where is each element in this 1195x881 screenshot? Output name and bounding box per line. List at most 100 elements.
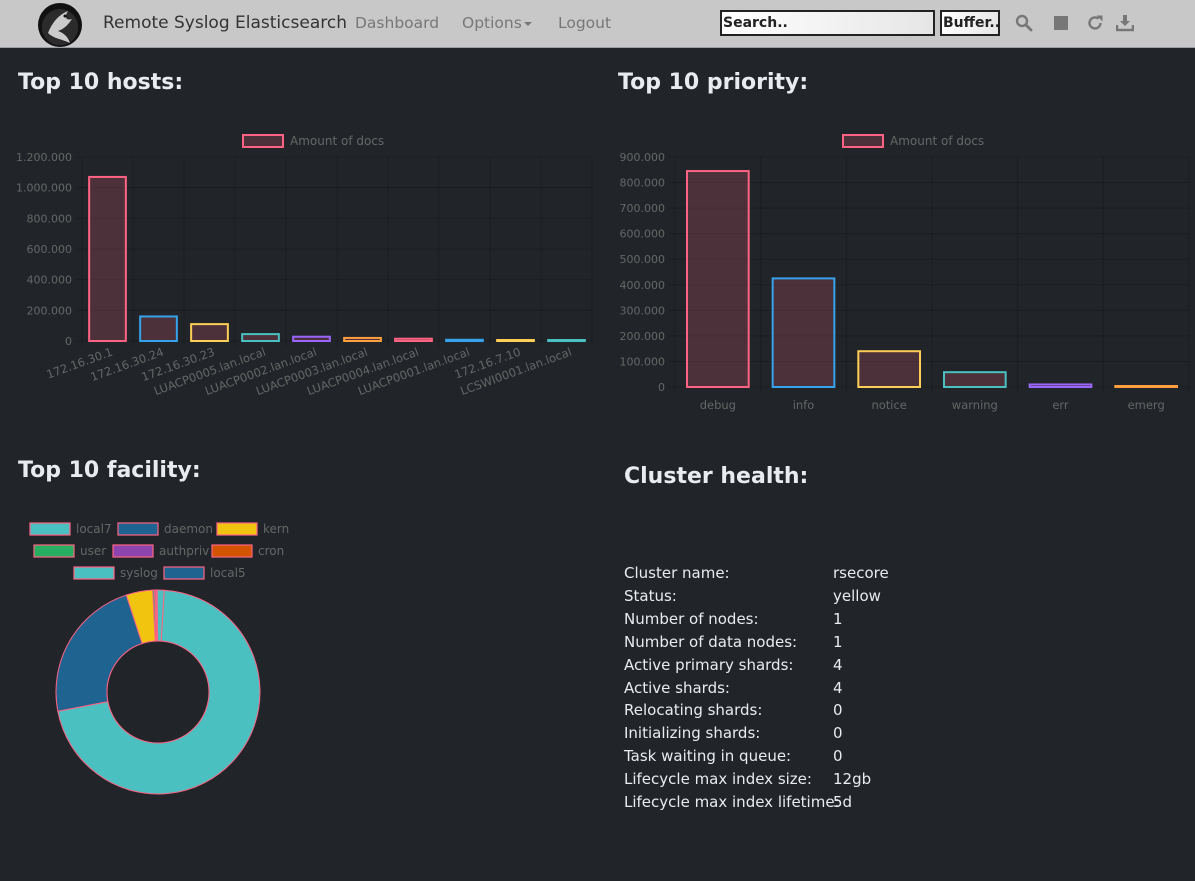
y-tick-label: 900.000 xyxy=(620,151,666,164)
health-row: Relocating shards: 0 xyxy=(624,701,1024,723)
legend-item[interactable]: daemon xyxy=(117,522,213,536)
bar[interactable] xyxy=(547,339,586,342)
y-tick-label: 700.000 xyxy=(620,202,666,215)
logo[interactable] xyxy=(38,3,82,47)
health-value: 5d xyxy=(833,793,853,811)
bar[interactable] xyxy=(445,338,484,342)
download-icon[interactable] xyxy=(1116,14,1134,32)
bar[interactable] xyxy=(771,277,836,388)
bar[interactable] xyxy=(241,333,280,343)
stop-icon[interactable] xyxy=(1052,14,1070,32)
navbar: Remote Syslog Elasticsearch Dashboard Op… xyxy=(0,0,1195,48)
health-key: Cluster name: xyxy=(624,564,730,582)
y-tick-label: 200.000 xyxy=(27,304,73,317)
health-value: 4 xyxy=(833,678,843,697)
legend-swatch xyxy=(242,134,284,148)
legend-label: user xyxy=(80,544,106,558)
health-value: 4 xyxy=(833,655,843,674)
x-tick-label: info xyxy=(793,398,815,412)
y-tick-label: 600.000 xyxy=(620,228,666,241)
bar[interactable] xyxy=(88,175,127,342)
health-row: Initializing shards: 0 xyxy=(624,724,1024,746)
app-title[interactable]: Remote Syslog Elasticsearch xyxy=(103,13,347,33)
bar[interactable] xyxy=(343,336,382,343)
health-value: 0 xyxy=(833,724,843,743)
y-tick-label: 0 xyxy=(65,335,72,348)
health-value: rsecore xyxy=(833,564,889,582)
legend-swatch xyxy=(211,544,253,558)
legend-item[interactable]: local7 xyxy=(29,522,112,536)
legend-swatch xyxy=(842,134,884,148)
health-value: 0 xyxy=(833,747,843,766)
health-row: Active primary shards: 4 xyxy=(624,656,1024,678)
chart-legend[interactable]: Amount of docs xyxy=(842,134,984,148)
y-tick-label: 300.000 xyxy=(620,304,666,317)
refresh-icon[interactable] xyxy=(1086,14,1104,32)
legend-label: syslog xyxy=(120,566,158,580)
legend-swatch xyxy=(29,522,71,536)
y-tick-label: 800.000 xyxy=(27,212,73,225)
bar[interactable] xyxy=(685,170,750,388)
x-tick-label: warning xyxy=(952,398,998,412)
caret-down-icon xyxy=(523,21,532,26)
health-row: Lifecycle max index size: 12gb xyxy=(624,770,1024,792)
health-key: Number of data nodes: xyxy=(624,632,798,651)
y-tick-label: 400.000 xyxy=(27,274,73,287)
bar[interactable] xyxy=(1028,383,1093,389)
health-key: Active primary shards: xyxy=(624,655,794,674)
legend-label: kern xyxy=(263,522,289,536)
legend-item[interactable]: local5 xyxy=(163,566,246,580)
nav-options[interactable]: Options xyxy=(462,14,532,32)
health-key: Lifecycle max index lifetime: xyxy=(624,793,840,811)
bar[interactable] xyxy=(394,337,433,342)
x-tick-label: emerg xyxy=(1128,398,1165,412)
legend-label: cron xyxy=(258,544,284,558)
facility-doughnut-chart: local7 daemon kern user authpriv cron syslog lo… xyxy=(29,522,289,795)
chart-legend[interactable]: Amount of docs xyxy=(242,134,384,148)
health-key: Initializing shards: xyxy=(624,724,761,743)
search-icon[interactable] xyxy=(1015,14,1033,32)
legend-label: daemon xyxy=(164,522,213,536)
legend-item[interactable]: syslog xyxy=(73,566,158,580)
bar[interactable] xyxy=(857,350,922,389)
health-value: yellow xyxy=(833,586,881,605)
y-tick-label: 600.000 xyxy=(27,243,73,256)
y-tick-label: 400.000 xyxy=(620,279,666,292)
nav-dashboard[interactable]: Dashboard xyxy=(355,14,439,32)
nav-options-label: Options xyxy=(462,14,522,32)
health-row: Cluster name: rsecore xyxy=(624,564,1024,586)
x-tick-label: notice xyxy=(871,398,906,412)
y-tick-label: 1.200.000 xyxy=(16,151,72,164)
legend-item[interactable]: authpriv xyxy=(112,544,209,558)
bar[interactable] xyxy=(139,315,178,342)
x-tick-label: err xyxy=(1052,398,1069,412)
legend-swatch xyxy=(163,566,205,580)
health-value: 1 xyxy=(833,609,843,628)
priority-bar-chart: Amount of docs 0 100.000 200.000 300.000 400.… xyxy=(620,134,1190,412)
y-tick-label: 100.000 xyxy=(620,355,666,368)
bar[interactable] xyxy=(190,323,229,342)
health-key: Relocating shards: xyxy=(624,701,763,720)
legend-item[interactable]: user xyxy=(33,544,106,558)
buffer-button[interactable]: Buffer.. xyxy=(940,10,1000,36)
search-input[interactable] xyxy=(720,10,935,36)
bar[interactable] xyxy=(1114,385,1179,388)
health-row: Lifecycle max index lifetime: 5d xyxy=(624,793,1024,815)
bar[interactable] xyxy=(496,339,535,342)
hosts-bar-chart: Amount of docs 0 200.000 400.000 600.000 800.… xyxy=(16,134,593,398)
health-key: Active shards: xyxy=(624,678,730,697)
health-key: Task waiting in queue: xyxy=(624,747,792,766)
chart-legend[interactable]: local7 daemon kern user authpriv cron syslog lo… xyxy=(29,522,289,580)
facility-title: Top 10 facility: xyxy=(18,458,201,483)
x-tick-label: debug xyxy=(700,398,736,412)
legend-item[interactable]: cron xyxy=(211,544,284,558)
legend-label: Amount of docs xyxy=(290,134,384,148)
bar[interactable] xyxy=(942,371,1007,389)
nav-logout[interactable]: Logout xyxy=(558,14,611,32)
health-value: 0 xyxy=(833,701,843,720)
doughnut-hole xyxy=(106,640,210,744)
bar[interactable] xyxy=(292,335,331,342)
health-row: Active shards: 4 xyxy=(624,679,1024,701)
legend-item[interactable]: kern xyxy=(216,522,289,536)
legend-swatch xyxy=(112,544,154,558)
